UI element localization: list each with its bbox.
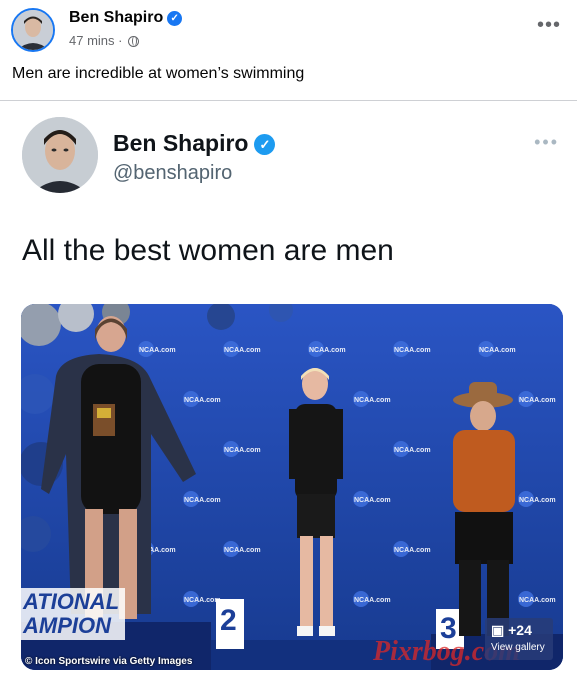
svg-text:NCAA.com: NCAA.com (184, 597, 221, 604)
svg-text:NCAA.com: NCAA.com (479, 347, 516, 354)
camera-icon: ▣ (491, 622, 505, 638)
svg-text:NCAA.com: NCAA.com (519, 597, 556, 604)
verified-badge-icon: ✓ (254, 134, 276, 155)
divider (0, 100, 577, 101)
svg-text:NCAA.com: NCAA.com (224, 547, 261, 554)
svg-text:NCAA.com: NCAA.com (519, 497, 556, 504)
verified-badge-icon: ✓ (167, 11, 183, 26)
tweet-avatar[interactable] (22, 117, 98, 193)
photo-credit: © Icon Sportswire via Getty Images (25, 656, 193, 667)
svg-text:NCAA.com: NCAA.com (394, 447, 431, 454)
svg-text:NCAA.com: NCAA.com (394, 347, 431, 354)
tweet-text: All the best women are men (22, 234, 394, 267)
globe-icon (128, 36, 140, 47)
tweet-handle[interactable]: @benshapiro (113, 162, 232, 185)
post-text: Men are incredible at women’s swimming (12, 65, 305, 82)
svg-text:NCAA.com: NCAA.com (184, 497, 221, 504)
gallery-count: ▣ +24 (491, 622, 532, 638)
svg-text:NCAA.com: NCAA.com (354, 597, 391, 604)
second-place-number: 2 (220, 604, 237, 637)
svg-text:NCAA.com: NCAA.com (224, 347, 261, 354)
svg-text:NCAA.com: NCAA.com (309, 347, 346, 354)
svg-text:NCAA.com: NCAA.com (184, 397, 221, 404)
author-name[interactable]: Ben Shapiro ✓ (69, 9, 183, 27)
tweet-author-name[interactable]: Ben Shapiro ✓ (113, 130, 276, 157)
svg-text:NCAA.com: NCAA.com (354, 497, 391, 504)
gallery-label: View gallery (491, 642, 545, 653)
tweet-options-button[interactable]: ••• (534, 132, 559, 153)
svg-text:NCAA.com: NCAA.com (519, 397, 556, 404)
svg-text:NCAA.com: NCAA.com (224, 447, 261, 454)
post-meta: 47 mins · (69, 33, 140, 48)
podium-photo[interactable]: NCAA.com NCAA.com NCAA.com NCAA.com NCAA… (21, 304, 563, 670)
post-timestamp[interactable]: 47 mins (69, 33, 115, 48)
svg-text:NCAA.com: NCAA.com (394, 547, 431, 554)
view-gallery-button[interactable]: ▣ +24 View gallery (485, 618, 553, 660)
svg-text:NCAA.com: NCAA.com (354, 397, 391, 404)
post-header: Ben Shapiro ✓ 47 mins · ••• (0, 0, 577, 60)
post-options-button[interactable]: ••• (537, 14, 561, 37)
champion-banner: ATIONAL AMPION (21, 588, 126, 640)
author-avatar[interactable] (11, 8, 55, 52)
svg-text:NCAA.com: NCAA.com (139, 347, 176, 354)
